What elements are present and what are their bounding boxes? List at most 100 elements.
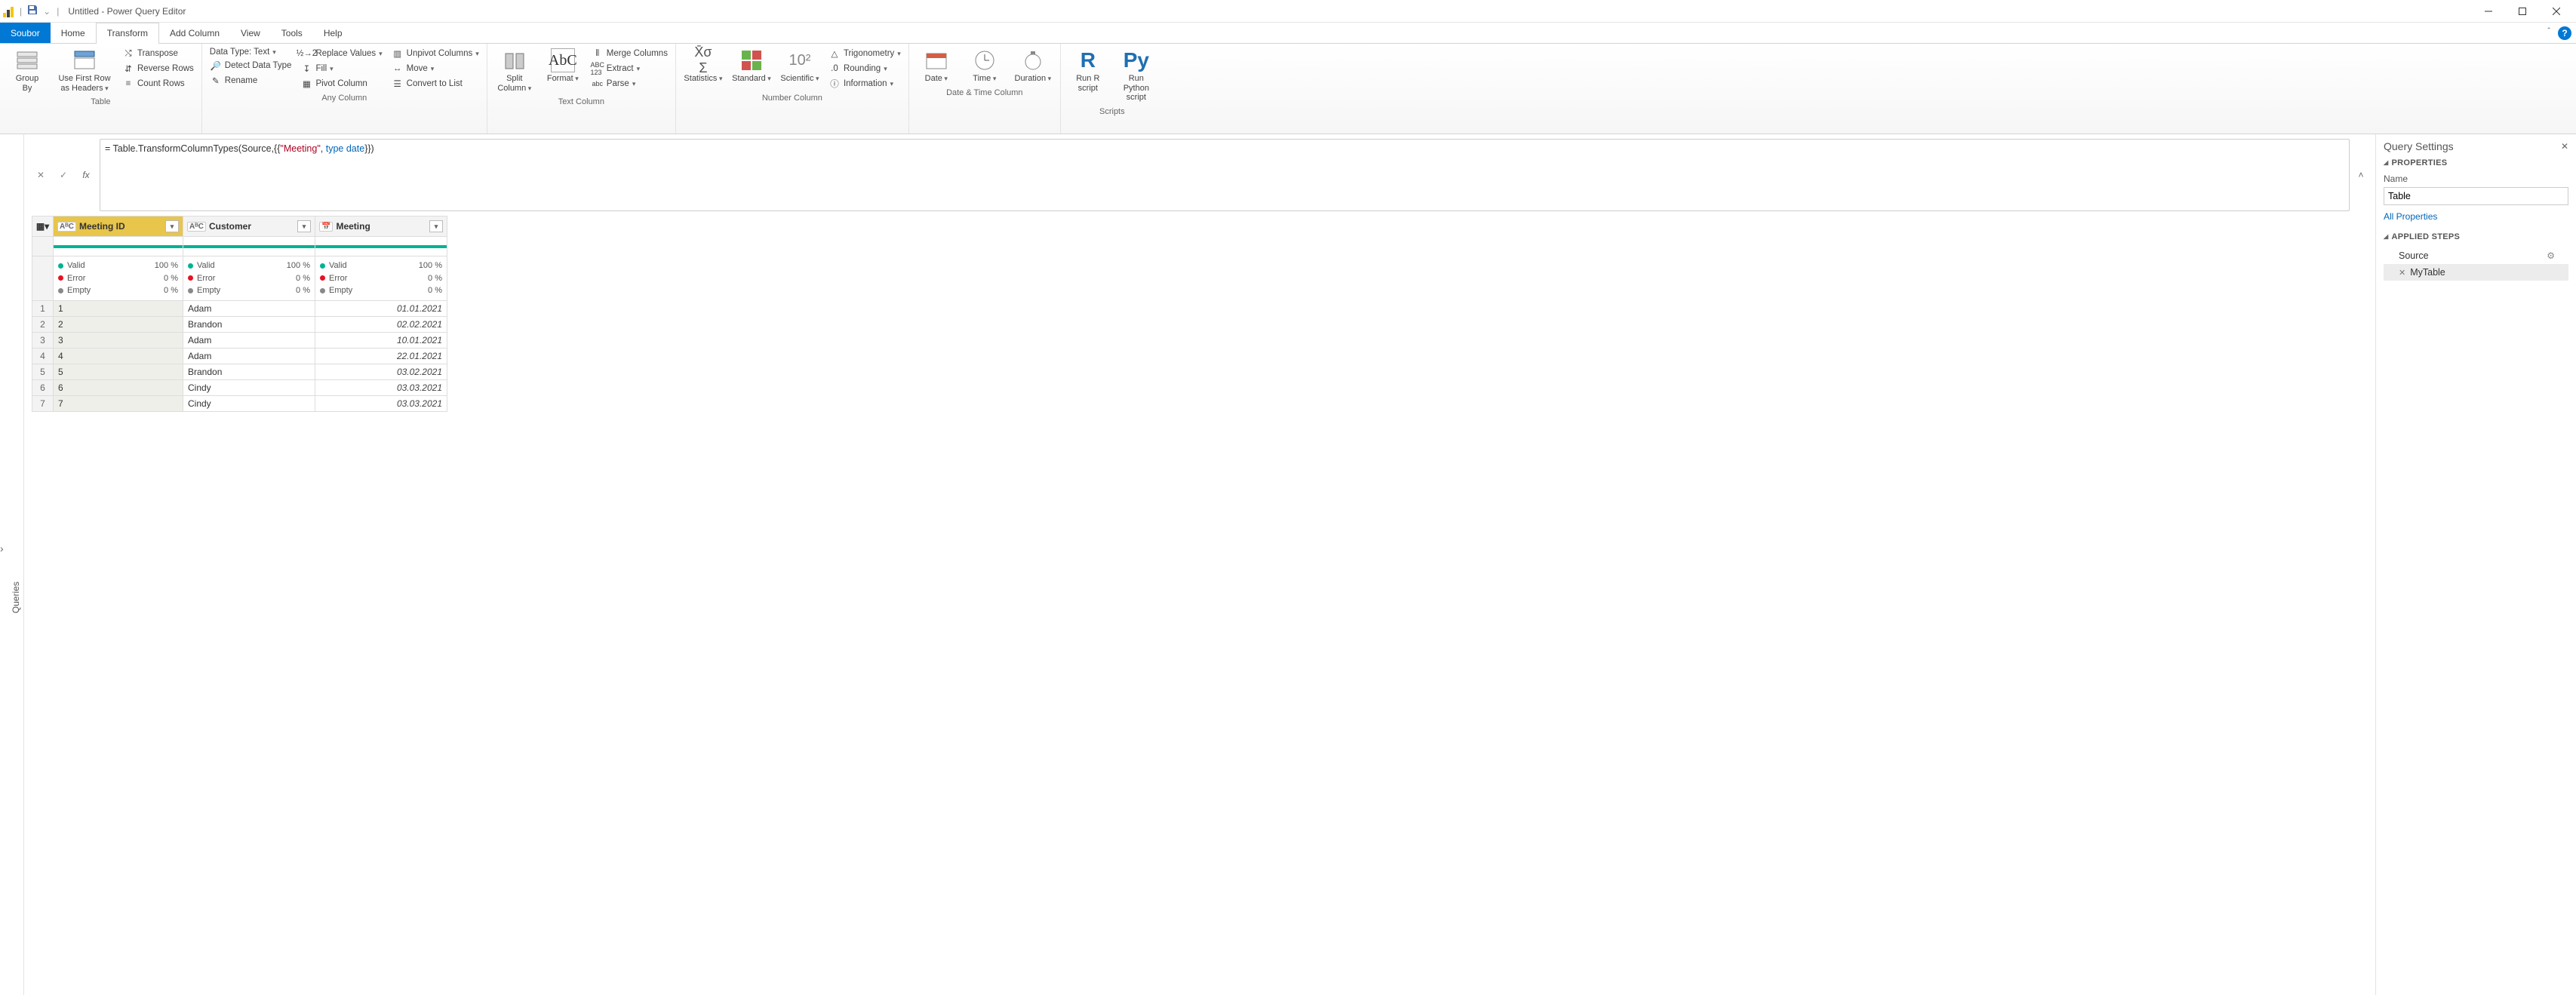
table-row[interactable]: 11Adam01.01.2021 bbox=[32, 300, 447, 316]
type-badge-text[interactable]: AᴮC bbox=[57, 222, 76, 232]
maximize-button[interactable] bbox=[2505, 1, 2539, 22]
ribbon-group-scripts: R Run Rscript Py Run Pythonscript Script… bbox=[1061, 44, 1164, 134]
unpivot-columns-button[interactable]: ▥Unpivot Columns bbox=[390, 47, 481, 60]
group-by-button[interactable]: GroupBy bbox=[6, 47, 48, 94]
filter-icon[interactable]: ▾ bbox=[429, 220, 443, 232]
table-row[interactable]: 66Cindy03.03.2021 bbox=[32, 379, 447, 395]
delete-step-icon[interactable]: ✕ bbox=[2399, 269, 2405, 278]
name-label: Name bbox=[2384, 174, 2568, 184]
time-button[interactable]: Time bbox=[964, 47, 1006, 85]
run-r-script-button[interactable]: R Run Rscript bbox=[1067, 47, 1109, 94]
trigonometry-button[interactable]: △Trigonometry bbox=[827, 47, 902, 60]
table-row[interactable]: 44Adam22.01.2021 bbox=[32, 348, 447, 364]
information-button[interactable]: ⓘInformation bbox=[827, 77, 902, 91]
calendar-icon bbox=[924, 48, 948, 72]
formula-input[interactable]: = Table.TransformColumnTypes(Source,{{"M… bbox=[100, 139, 2350, 211]
filter-icon[interactable]: ▾ bbox=[165, 220, 179, 232]
applied-steps-section-header[interactable]: APPLIED STEPS bbox=[2384, 232, 2568, 241]
stopwatch-icon bbox=[1021, 48, 1045, 72]
standard-button[interactable]: Standard bbox=[730, 47, 773, 85]
column-header-meeting[interactable]: 📅 Meeting ▾ bbox=[315, 217, 447, 237]
column-header-meeting-id[interactable]: AᴮC Meeting ID ▾ bbox=[54, 217, 183, 237]
query-name-input[interactable] bbox=[2384, 187, 2568, 205]
collapse-formula-icon[interactable]: ˄ bbox=[2354, 170, 2368, 180]
parse-button[interactable]: abcParse bbox=[590, 77, 669, 91]
fill-button[interactable]: ↧Fill bbox=[299, 62, 383, 75]
filter-icon[interactable]: ▾ bbox=[297, 220, 311, 232]
python-icon: Py bbox=[1124, 48, 1148, 72]
workspace: › Queries ✕ ✓ fx = Table.TransformColumn… bbox=[0, 134, 2576, 995]
save-icon[interactable] bbox=[26, 4, 38, 18]
help-icon[interactable]: ? bbox=[2558, 26, 2571, 40]
duration-button[interactable]: Duration bbox=[1012, 47, 1054, 85]
tab-transform[interactable]: Transform bbox=[96, 23, 159, 43]
move-button[interactable]: ↔Move bbox=[390, 62, 481, 75]
fx-icon[interactable]: fx bbox=[77, 166, 95, 184]
rounding-button[interactable]: .0Rounding bbox=[827, 62, 902, 75]
qat-dropdown[interactable]: ⌄ bbox=[41, 6, 52, 17]
count-rows-button[interactable]: ≡Count Rows bbox=[121, 77, 195, 91]
ribbon-group-datetime-column: Date Time Duration Date & Time Column bbox=[909, 44, 1061, 134]
run-python-script-button[interactable]: Py Run Pythonscript bbox=[1115, 47, 1157, 104]
tab-file[interactable]: Soubor bbox=[0, 23, 51, 43]
tab-view[interactable]: View bbox=[230, 23, 271, 43]
statistics-button[interactable]: X̄σΣ Statistics bbox=[682, 47, 724, 85]
table-row[interactable]: 77Cindy03.03.2021 bbox=[32, 395, 447, 411]
pivot-column-button[interactable]: ▦Pivot Column bbox=[299, 77, 383, 91]
tab-tools[interactable]: Tools bbox=[271, 23, 313, 43]
titlebar: | ⌄ | Untitled - Power Query Editor bbox=[0, 0, 2576, 23]
split-column-button[interactable]: SplitColumn bbox=[493, 47, 536, 94]
type-badge-text[interactable]: AᴮC bbox=[187, 222, 206, 232]
detect-data-type-button[interactable]: 🔎Detect Data Type bbox=[208, 59, 294, 72]
table-row[interactable]: 22Brandon02.02.2021 bbox=[32, 316, 447, 332]
ribbon-tabs: Soubor Home Transform Add Column View To… bbox=[0, 23, 2576, 44]
cancel-formula-button[interactable]: ✕ bbox=[32, 166, 50, 184]
reverse-rows-button[interactable]: ⇵Reverse Rows bbox=[121, 62, 195, 75]
use-first-row-as-headers-button[interactable]: Use First Rowas Headers bbox=[54, 47, 115, 94]
collapse-ribbon-icon[interactable]: ＾ bbox=[2544, 26, 2553, 39]
merge-columns-button[interactable]: ⫴Merge Columns bbox=[590, 47, 669, 60]
tab-home[interactable]: Home bbox=[51, 23, 96, 43]
data-type-button[interactable]: Data Type: Text bbox=[208, 47, 294, 57]
replace-values-button[interactable]: ½→2Replace Values bbox=[299, 47, 383, 60]
formula-bar: ✕ ✓ fx = Table.TransformColumnTypes(Sour… bbox=[24, 134, 2375, 216]
tab-help[interactable]: Help bbox=[313, 23, 353, 43]
gear-icon[interactable]: ⚙ bbox=[2547, 250, 2555, 261]
grid-corner-menu[interactable]: ▦▾ bbox=[32, 217, 54, 237]
clock-icon bbox=[973, 48, 997, 72]
applied-step-source[interactable]: Source ⚙ bbox=[2384, 247, 2568, 264]
window-title: Untitled - Power Query Editor bbox=[68, 6, 186, 17]
ribbon-group-text-column: SplitColumn AbC Format ⫴Merge Columns AB… bbox=[487, 44, 676, 134]
convert-to-list-button[interactable]: ☰Convert to List bbox=[390, 77, 481, 91]
r-icon: R bbox=[1076, 48, 1100, 72]
transpose-button[interactable]: ⤭Transpose bbox=[121, 47, 195, 60]
ribbon: GroupBy Use First Rowas Headers ⤭Transpo… bbox=[0, 44, 2576, 134]
rename-button[interactable]: ✎Rename bbox=[208, 74, 294, 88]
queries-pane-collapsed[interactable]: › Queries bbox=[0, 134, 24, 995]
queries-rail-label: Queries bbox=[11, 581, 21, 613]
app-icon bbox=[3, 5, 15, 17]
minimize-button[interactable] bbox=[2471, 1, 2505, 22]
type-badge-date[interactable]: 📅 bbox=[319, 222, 333, 232]
column-quality-row: Valid100 % Error0 % Empty0 % Valid100 % … bbox=[32, 256, 447, 301]
data-grid[interactable]: ▦▾ AᴮC Meeting ID ▾ AᴮC Customer ▾ bbox=[32, 216, 447, 412]
properties-section-header[interactable]: PROPERTIES bbox=[2384, 158, 2568, 167]
chevron-right-icon: › bbox=[0, 542, 4, 554]
applied-step-mytable[interactable]: ✕MyTable bbox=[2384, 264, 2568, 281]
format-button[interactable]: AbC Format bbox=[542, 47, 584, 85]
all-properties-link[interactable]: All Properties bbox=[2384, 211, 2568, 222]
scientific-button[interactable]: 10² Scientific bbox=[779, 47, 821, 85]
commit-formula-button[interactable]: ✓ bbox=[54, 166, 72, 184]
table-row[interactable]: 55Brandon03.02.2021 bbox=[32, 364, 447, 379]
tab-add-column[interactable]: Add Column bbox=[159, 23, 230, 43]
extract-button[interactable]: ABC123Extract bbox=[590, 62, 669, 75]
ribbon-group-number-column: X̄σΣ Statistics Standard 10² Scientific … bbox=[676, 44, 909, 134]
close-query-settings-button[interactable]: ✕ bbox=[2561, 141, 2568, 152]
close-button[interactable] bbox=[2539, 1, 2573, 22]
date-button[interactable]: Date bbox=[915, 47, 958, 85]
ribbon-group-table: GroupBy Use First Rowas Headers ⤭Transpo… bbox=[0, 44, 202, 134]
ribbon-group-any-column: Data Type: Text 🔎Detect Data Type ✎Renam… bbox=[202, 44, 487, 134]
table-row[interactable]: 33Adam10.01.2021 bbox=[32, 332, 447, 348]
column-header-customer[interactable]: AᴮC Customer ▾ bbox=[183, 217, 315, 237]
query-settings-title: Query Settings bbox=[2384, 140, 2454, 152]
